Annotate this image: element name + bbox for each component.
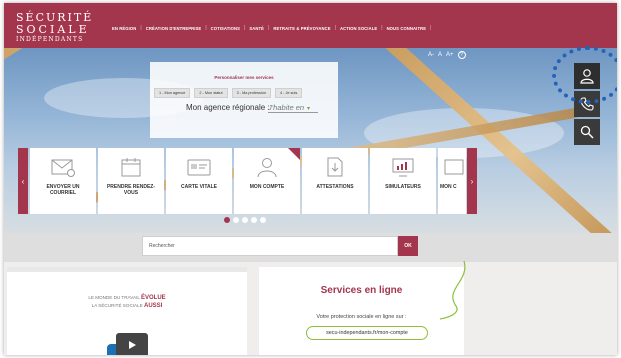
calendar-icon — [121, 158, 141, 177]
services-url-link[interactable]: secu-independants.fr/mon-compte — [306, 326, 428, 340]
carousel-dot[interactable] — [260, 217, 266, 223]
carousel-dot[interactable] — [242, 217, 248, 223]
nav-item-cotisations[interactable]: COTISATIONS — [211, 26, 240, 31]
search-placeholder: Rechercher — [149, 243, 175, 249]
nav-item-action-sociale[interactable]: ACTION SOCIALE — [340, 26, 377, 31]
nav-separator: | — [334, 25, 337, 31]
logo-line-1: SÉCURITÉ — [16, 11, 94, 24]
site-logo[interactable]: SÉCURITÉ SOCIALE INDÉPENDANTS — [16, 12, 94, 43]
tile-corner-badge — [288, 148, 300, 160]
tile-label: ATTESTATIONS — [316, 184, 354, 190]
nav-separator: | — [140, 25, 142, 31]
carousel-next-button[interactable]: › — [467, 148, 477, 214]
search-input[interactable]: Rechercher — [142, 236, 398, 256]
main-nav: EN RÉGION | CRÉATION D'ENTREPRISE | COTI… — [112, 25, 435, 31]
tile-label: SIMULATEURS — [385, 184, 421, 190]
card-icon — [187, 159, 211, 176]
font-large-button[interactable]: A+ — [446, 52, 454, 58]
tile-label: MON C — [440, 184, 457, 190]
font-size-controls: A- A A+ ? — [428, 51, 466, 59]
step-mon-agence[interactable]: 1 - Mon agence — [154, 88, 191, 98]
logo-line-3: INDÉPENDANTS — [16, 36, 84, 43]
video-card: LE MONDE DU TRAVAIL ÉVOLUE LA SÉCURITÉ S… — [7, 267, 247, 355]
carousel-dots — [224, 217, 266, 223]
agency-panel-title: Personnaliser mes services — [214, 75, 274, 80]
account-icon — [257, 158, 277, 178]
search-toggle-button[interactable] — [574, 119, 600, 145]
tile-mon-compte[interactable]: MON COMPTE — [234, 148, 300, 214]
carousel-prev-button[interactable]: ‹ — [18, 148, 28, 214]
tile-label: ENVOYER UN COURRIEL — [46, 184, 80, 196]
video-line-2-strong: AUSSI — [144, 303, 163, 310]
nav-separator: | — [244, 25, 246, 31]
tile-label: CARTE VITALE — [180, 184, 218, 190]
partial-icon — [444, 159, 464, 175]
nav-item-en-region[interactable]: EN RÉGION — [112, 26, 136, 31]
font-small-button[interactable]: A- — [428, 52, 434, 58]
nav-separator: | — [381, 25, 383, 31]
font-normal-button[interactable]: A — [438, 52, 442, 58]
logo-line-2: SOCIALE — [16, 23, 90, 36]
step-je-suis[interactable]: 4 - Je suis — [274, 88, 303, 98]
search-ok-button[interactable]: OK — [398, 236, 418, 256]
agency-select[interactable]: J'habite en ▾ — [268, 103, 318, 113]
tile-envoyer-courriel[interactable]: ENVOYER UN COURRIEL — [30, 148, 96, 214]
highlight-circle-annotation — [552, 46, 617, 104]
top-header: SÉCURITÉ SOCIALE INDÉPENDANTS EN RÉGION … — [4, 3, 617, 48]
carousel-dot[interactable] — [224, 217, 230, 223]
tile-attestations[interactable]: ATTESTATIONS — [302, 148, 368, 214]
step-mon-statut[interactable]: 2 - Mon statut — [194, 88, 228, 98]
tile-partial[interactable]: MON C — [438, 148, 466, 214]
search-icon — [580, 125, 594, 139]
nav-item-retraite[interactable]: RETRAITE & PRÉVOYANCE — [273, 26, 330, 31]
carousel-dot[interactable] — [233, 217, 239, 223]
step-ma-profession[interactable]: 3 - Ma profession — [231, 88, 271, 98]
tile-prendre-rendez-vous[interactable]: PRENDRE RENDEZ-VOUS — [98, 148, 164, 214]
agency-label: Mon agence régionale : — [186, 103, 270, 112]
nav-separator: | — [268, 25, 270, 31]
tile-label: MON COMPTE — [249, 184, 285, 190]
video-caption: LE MONDE DU TRAVAIL ÉVOLUE LA SÉCURITÉ S… — [7, 294, 247, 311]
mail-icon — [51, 159, 75, 177]
carousel-dot[interactable] — [251, 217, 257, 223]
play-button[interactable] — [116, 333, 148, 355]
tile-label: PRENDRE RENDEZ-VOUS — [106, 184, 156, 196]
tile-simulateurs[interactable]: SIMULATEURS — [370, 148, 436, 214]
agency-steps: 1 - Mon agence 2 - Mon statut 3 - Ma pro… — [154, 88, 303, 98]
agency-select-value: J'habite en — [268, 103, 305, 112]
nav-item-sante[interactable]: SANTÉ — [249, 26, 264, 31]
video-line-2-prefix: LA SÉCURITÉ SOCIALE — [91, 303, 143, 309]
video-line-1-strong: ÉVOLUE — [141, 295, 166, 301]
download-doc-icon — [327, 157, 343, 177]
chevron-down-icon: ▾ — [307, 106, 311, 112]
nav-separator: | — [430, 25, 432, 31]
help-icon[interactable]: ? — [457, 51, 466, 59]
play-icon — [129, 341, 136, 349]
nav-separator: | — [205, 25, 207, 31]
tile-carte-vitale[interactable]: CARTE VITALE — [166, 148, 232, 214]
chart-screen-icon — [392, 158, 414, 177]
video-line-1-prefix: LE MONDE DU TRAVAIL — [88, 295, 140, 300]
green-swoosh-decoration — [439, 261, 466, 320]
nav-item-nous-connaitre[interactable]: NOUS CONNAITRE — [387, 26, 427, 31]
browser-viewport: SÉCURITÉ SOCIALE INDÉPENDANTS EN RÉGION … — [4, 3, 617, 355]
nav-item-creation[interactable]: CRÉATION D'ENTREPRISE — [146, 26, 202, 31]
agency-panel: Personnaliser mes services 1 - Mon agenc… — [150, 62, 338, 138]
